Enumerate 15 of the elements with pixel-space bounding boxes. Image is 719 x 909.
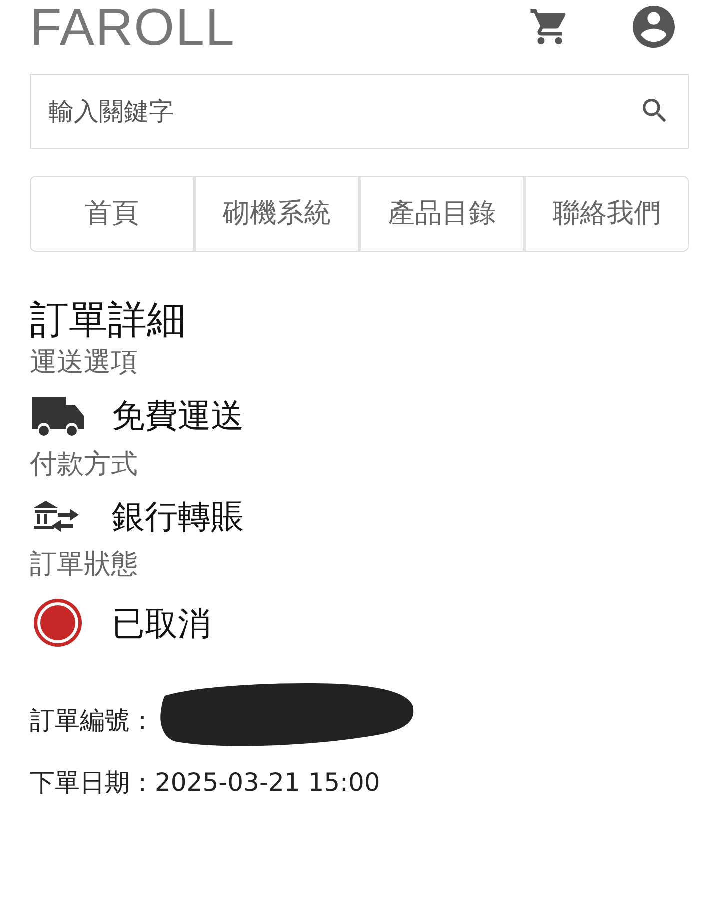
logo: FAROLL [30,2,236,54]
page-title: 訂單詳細 [30,297,187,345]
truck-icon [30,395,86,438]
field-value: 已取消 [112,604,211,644]
nav-link[interactable]: 聯絡我們 [523,177,688,251]
field-label: 付款方式 [30,449,139,482]
field-value: 免費運送 [112,396,244,436]
account-icon[interactable] [633,6,675,48]
meta-label: 下單日期： [30,766,155,799]
field-label: 運送選項 [30,346,139,380]
field-label: 訂單狀態 [30,549,139,582]
field-value: 銀行轉賬 [112,497,244,538]
search-field[interactable]: 輸入關鍵字 [30,74,689,149]
meta-label: 訂單編號： [30,704,155,737]
meta-value: 2025-03-21 15:00 [155,766,380,799]
